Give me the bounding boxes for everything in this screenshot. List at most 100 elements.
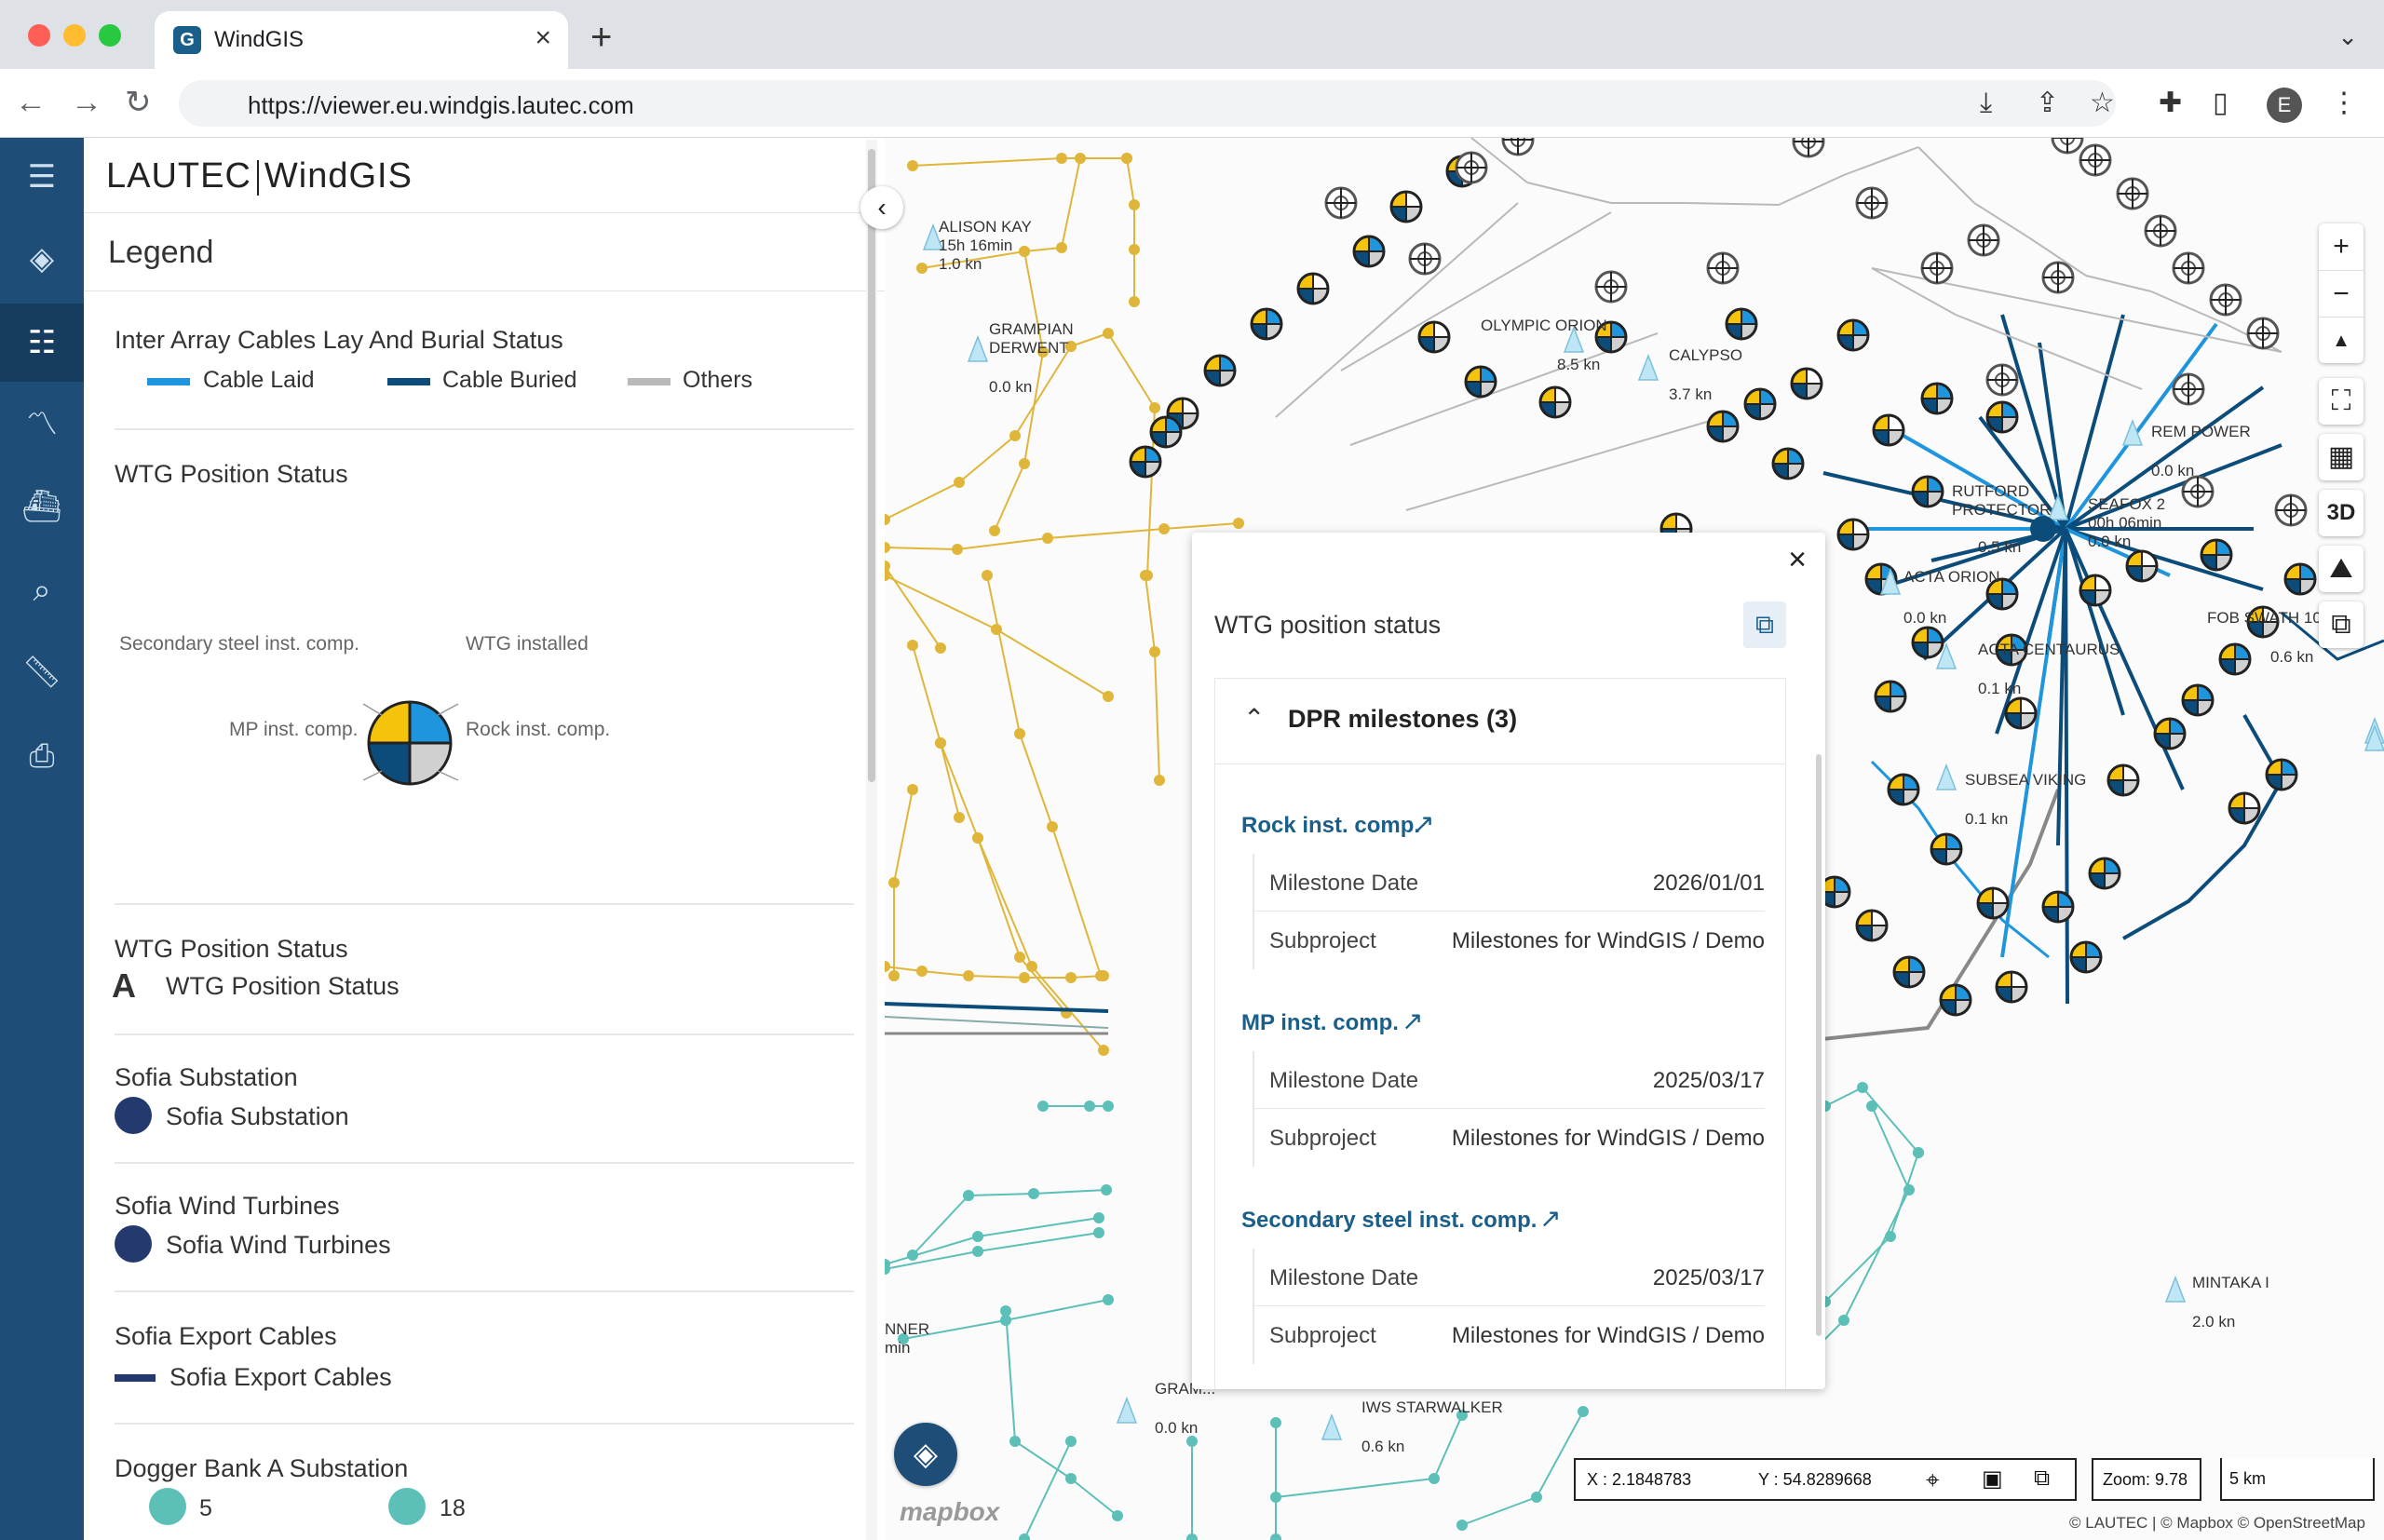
legend-heading: Legend [108, 235, 214, 270]
popup-title: WTG position status [1214, 611, 1442, 639]
install-app-icon[interactable]: ⤓ [1980, 88, 1992, 119]
fullscreen-icon[interactable]: ⛶ [2319, 378, 2364, 425]
milestone-date-value: 2025/03/17 [1652, 1068, 1765, 1093]
accordion-title: DPR milestones (3) [1288, 705, 1518, 733]
subproject-value: Milestones for WindGIS / Demo [1451, 1323, 1765, 1348]
sofia-export-swatch [115, 1374, 156, 1382]
wtg-position-popup: × WTG position status ⧉ ⌃ DPR milestones… [1192, 533, 1825, 1389]
tab-search-chevron-icon[interactable]: ⌄ [2337, 22, 2358, 51]
url-input[interactable]: https://viewer.eu.windgis.lautec.com [179, 80, 2116, 127]
browser-tab[interactable]: G WindGIS × [155, 11, 568, 69]
copy-icon[interactable]: ⧉ [2319, 601, 2364, 648]
wtg-status-title: WTG Position Status [115, 460, 348, 488]
others-swatch [628, 378, 670, 385]
basemap-icon[interactable]: ▦ [2319, 434, 2364, 480]
vessel-label: FOB SWATH 10 [2207, 609, 2322, 627]
milestone-title[interactable]: Secondary steel inst. comp. [1241, 1208, 1537, 1234]
forward-arrow-icon[interactable]: → [71, 86, 102, 119]
pie-label-rock-inst: Rock inst. comp. [466, 719, 611, 740]
profile-avatar[interactable]: E [2267, 88, 2302, 123]
coordinates-readout: X : 2.1848783 Y : 54.8289668 ⌖ ▣ ⧉ [1574, 1458, 2077, 1501]
new-tab-icon[interactable]: + [590, 19, 612, 56]
share-icon[interactable]: ⇪ [2036, 88, 2059, 119]
vessel-label: CALYPSO [1669, 346, 1743, 364]
dpr-milestones-accordion: ⌃ DPR milestones (3) Rock inst. comp. ↗ … [1214, 678, 1786, 1389]
map-attribution[interactable]: © LAUTEC | © Mapbox © OpenStreetMap [2069, 1514, 2365, 1533]
lautec-windgis-logo: LAUTEC WindGIS [106, 156, 413, 196]
legend-list-icon[interactable]: ☷ [0, 304, 84, 382]
vessel-label: 0.0 kn [989, 378, 1033, 396]
sofia-turbines-title: Sofia Wind Turbines [115, 1192, 340, 1220]
reload-icon[interactable]: ↻ [125, 86, 152, 119]
external-link-icon[interactable]: ↗ [1413, 811, 1434, 837]
maximize-window-button[interactable] [99, 24, 121, 47]
sofia-export-label: Sofia Export Cables [169, 1363, 392, 1391]
milestone-date-key: Milestone Date [1269, 871, 1419, 896]
milestone-date-row: Milestone Date 2025/03/17 [1253, 1249, 1765, 1306]
x-coordinate: X : 2.1848783 [1587, 1470, 1692, 1489]
layers-fab-icon[interactable]: ◈ [894, 1423, 957, 1486]
sofia-substation-label: Sofia Substation [166, 1102, 349, 1130]
layers-icon[interactable]: ◈ [0, 220, 84, 298]
dogger-item-18: 18 [440, 1495, 466, 1521]
print-icon[interactable]: ⎙ [0, 717, 84, 795]
collapse-panel-chevron-icon[interactable]: ‹ [860, 186, 903, 229]
vessel-icon[interactable]: ⛴ [0, 467, 84, 546]
text-symbol-glyph: A [112, 966, 136, 1005]
locate-icon[interactable]: ⌖ [1926, 1466, 1940, 1495]
close-window-button[interactable] [28, 24, 50, 47]
extensions-puzzle-icon[interactable]: ✚ [2159, 88, 2182, 119]
cable-laid-swatch [147, 378, 190, 385]
bookmark-star-icon[interactable]: ☆ [2090, 88, 2115, 119]
close-tab-icon[interactable]: × [535, 24, 551, 52]
zoom-out-button[interactable]: − [2319, 270, 2364, 317]
milestone-title[interactable]: Rock inst. comp. [1241, 813, 1420, 839]
subproject-row: Subproject Milestones for WindGIS / Demo [1253, 1306, 1765, 1364]
compass-button[interactable]: ▲ [2319, 317, 2364, 363]
three-d-control: 3D [2319, 490, 2364, 536]
zoom-in-button[interactable]: + [2319, 223, 2364, 270]
dogger-substation-title: Dogger Bank A Substation [115, 1454, 409, 1482]
milestone-title[interactable]: MP inst. comp. [1241, 1010, 1399, 1036]
hamburger-menu-icon[interactable]: ☰ [0, 138, 84, 216]
copy-icon[interactable]: ⧉ [1743, 601, 1786, 648]
copy-coordinates-icon[interactable]: ⧉ [2034, 1466, 2050, 1492]
wtg-status-text-label: WTG Position Status [166, 972, 400, 1000]
milestone-date-key: Milestone Date [1269, 1265, 1419, 1290]
y-coordinate: Y : 54.8289668 [1758, 1470, 1872, 1489]
accordion-header[interactable]: ⌃ DPR milestones (3) [1215, 679, 1785, 764]
copy-control: ⧉ [2319, 601, 2364, 648]
search-icon[interactable]: ⌕ [0, 551, 84, 629]
dogger-item-5: 5 [199, 1495, 212, 1521]
browser-menu-icon[interactable]: ⋮ [2330, 88, 2358, 119]
milestone-date-value: 2026/01/01 [1652, 871, 1765, 896]
external-link-icon[interactable]: ↗ [1402, 1008, 1423, 1034]
side-panel-icon[interactable]: ▯ [2213, 88, 2228, 119]
chart-trend-icon[interactable]: 〽 [0, 385, 84, 464]
vessel-label: IWS STARWALKER [1361, 1398, 1503, 1416]
vessel-label: REM POWER [2151, 423, 2251, 440]
minimize-window-button[interactable] [63, 24, 86, 47]
terrain-icon[interactable]: ⛰ [2319, 546, 2364, 592]
back-arrow-icon[interactable]: ← [15, 86, 47, 119]
logo-windgis: WindGIS [264, 156, 413, 196]
vessel-label: MINTAKA I [2192, 1274, 2269, 1291]
subproject-row: Subproject Milestones for WindGIS / Demo [1253, 1109, 1765, 1167]
zoom-level: Zoom: 9.78 [2103, 1470, 2188, 1489]
milestone-date-row: Milestone Date 2026/01/01 [1253, 854, 1765, 912]
popup-scrollbar[interactable] [1816, 754, 1822, 1336]
address-bar: ← → ↻ https://viewer.eu.windgis.lautec.c… [0, 69, 2384, 138]
vessel-label: 3.7 kn [1669, 385, 1713, 403]
vessel-label: RUTFORD PROTECTOR [1952, 482, 2052, 519]
three-d-button[interactable]: 3D [2319, 490, 2364, 536]
measure-ruler-icon[interactable]: 📏︎ [0, 633, 84, 711]
external-link-icon[interactable]: ↗ [1539, 1206, 1561, 1232]
pie-label-wtg-installed: WTG installed [466, 633, 589, 655]
close-popup-icon[interactable]: × [1788, 542, 1807, 578]
tab-title: WindGIS [214, 27, 305, 52]
mapbox-logo[interactable]: mapbox [900, 1497, 999, 1527]
picture-icon[interactable]: ▣ [1982, 1466, 2003, 1493]
wtg-status-text-title: WTG Position Status [115, 935, 348, 963]
legend-scrollbar-thumb[interactable] [868, 149, 875, 782]
sofia-turbines-swatch [115, 1225, 152, 1263]
